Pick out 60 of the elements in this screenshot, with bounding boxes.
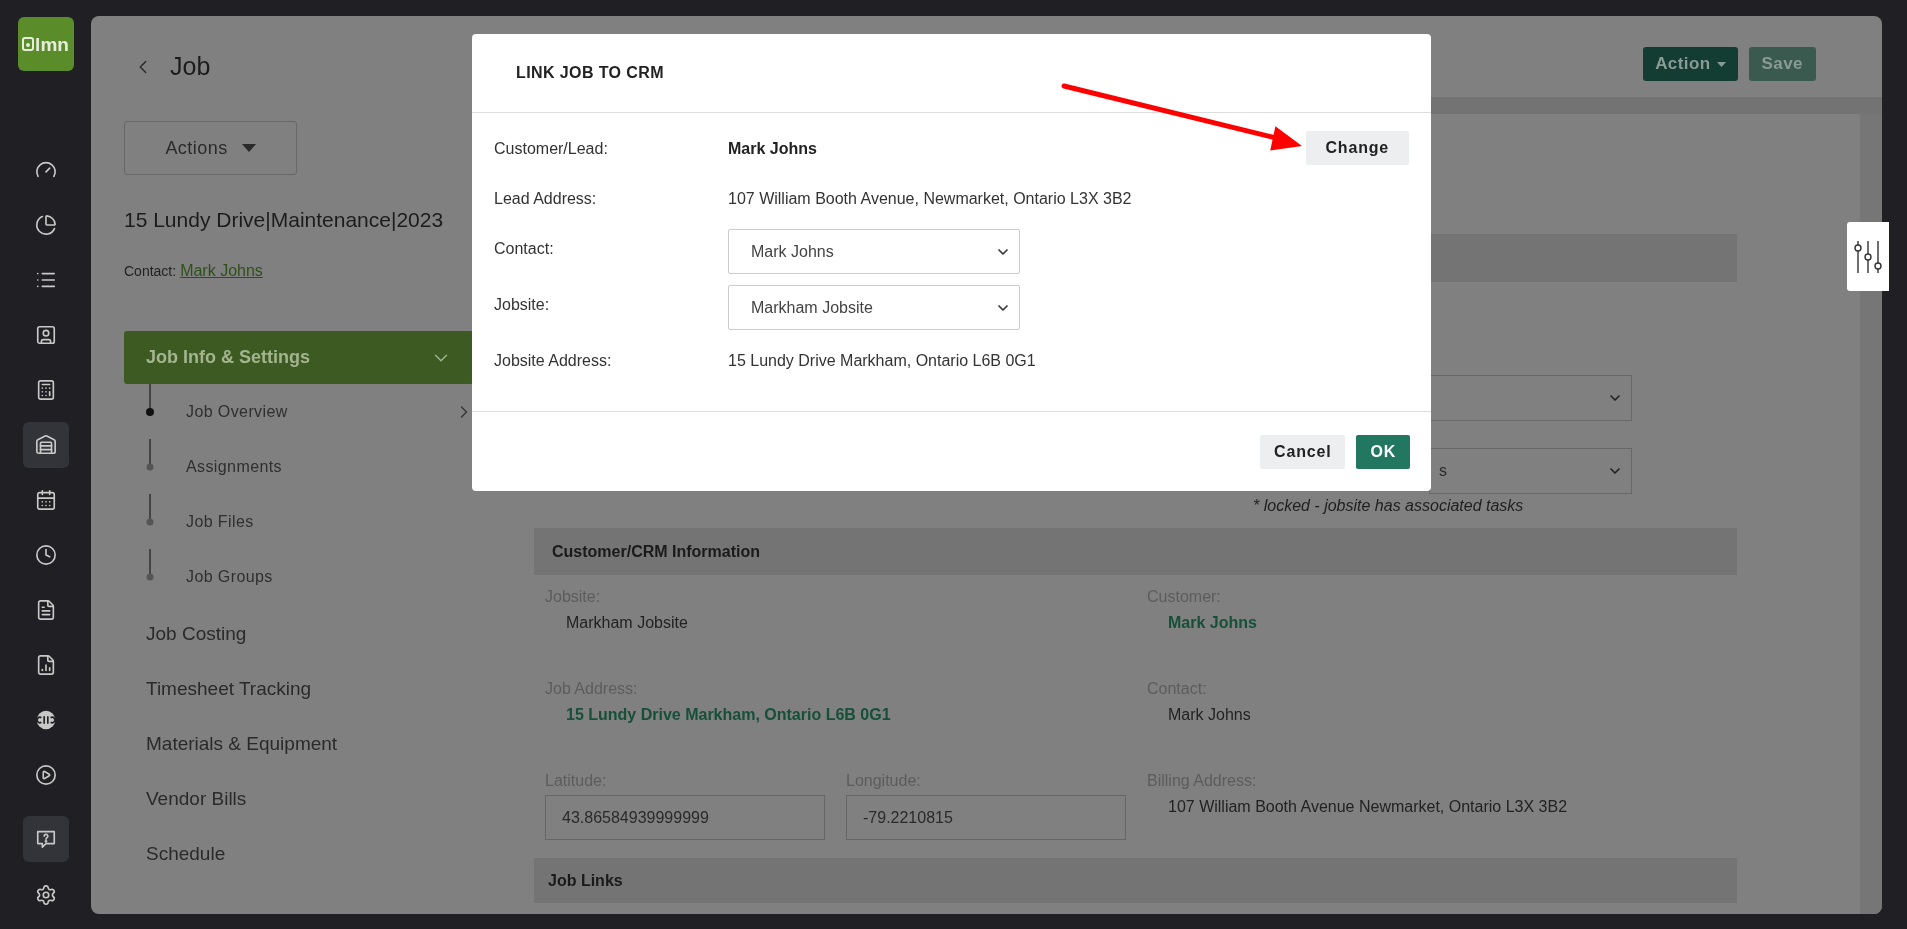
warehouse-icon <box>34 434 57 456</box>
help-icon <box>34 828 57 850</box>
rail-item[interactable] <box>22 422 69 468</box>
ok-button[interactable]: OK <box>1356 434 1410 469</box>
nav-section-header[interactable]: Job Info & Settings <box>124 331 474 384</box>
field-label: Lead Address: <box>494 189 598 209</box>
select-field[interactable] <box>1429 375 1632 421</box>
caret-down-icon <box>1716 61 1726 67</box>
field-label: Contact: <box>494 239 555 259</box>
nav-item[interactable]: Vendor Bills <box>146 785 247 814</box>
contact-link[interactable]: Mark Johns <box>180 259 263 283</box>
page-title: Job <box>170 51 211 83</box>
nav-item[interactable]: Materials & Equipment <box>146 730 338 759</box>
dialog-title: LINK JOB TO CRM <box>516 63 664 83</box>
field-value: 107 William Booth Avenue, Newmarket, Ontario L3X 3B2 <box>728 189 1132 209</box>
accounting-icon <box>34 709 57 731</box>
play-icon <box>34 764 57 786</box>
field-value: 15 Lundy Drive Markham, Ontario L6B 0G1 <box>728 351 1036 371</box>
sliders-icon <box>1853 239 1883 274</box>
filter-tab[interactable] <box>1847 222 1889 291</box>
input-field[interactable]: 43.86584939999999 <box>545 795 825 840</box>
section-header: Job Links <box>534 858 1737 903</box>
caret-down-icon <box>241 144 256 152</box>
clock-icon <box>34 544 57 566</box>
change-button[interactable]: Change <box>1305 131 1409 165</box>
action-button[interactable]: Action <box>1643 47 1738 81</box>
field-label: Jobsite Address: <box>494 351 613 371</box>
field-value: Mark Johns <box>1167 705 1252 725</box>
section-header: Customer/CRM Information <box>534 528 1737 575</box>
app-logo[interactable]: lmn <box>17 17 74 71</box>
logo-text: lmn <box>35 34 69 54</box>
locked-note: * locked - jobsite has associated tasks <box>1252 496 1525 516</box>
rail-item[interactable] <box>22 816 69 862</box>
nav-subitem[interactable]: Job Files <box>186 509 254 534</box>
settings-icon <box>34 884 57 906</box>
select-field[interactable]: Markham Jobsite <box>728 285 1020 330</box>
select-field[interactable]: s <box>1429 448 1632 494</box>
actions-button[interactable]: Actions <box>124 121 297 175</box>
field-value: 107 William Booth Avenue Newmarket, Ontario L3X 3B2 <box>1167 797 1569 817</box>
select-field[interactable]: Mark Johns <box>728 229 1020 274</box>
calendar-icon <box>34 489 57 511</box>
nav-item[interactable]: Schedule <box>146 840 226 869</box>
logo-mark-icon <box>22 37 35 51</box>
field-value: Mark Johns <box>728 139 817 159</box>
nav-item[interactable]: Timesheet Tracking <box>146 675 312 704</box>
job-title: 15 Lundy Drive|Maintenance|2023 <box>124 207 445 233</box>
field-label: Jobsite: <box>494 295 551 315</box>
nav-subitem[interactable]: Job Overview <box>186 399 288 424</box>
field-value: Markham Jobsite <box>565 613 689 633</box>
nav-subitem[interactable]: Job Groups <box>186 564 273 589</box>
contact-label: Contact: <box>124 261 177 281</box>
contact-card-icon <box>34 324 57 346</box>
value-link[interactable]: 15 Lundy Drive Markham, Ontario L6B 0G1 <box>545 705 1126 725</box>
value-link[interactable]: Mark Johns <box>1147 613 1726 633</box>
cancel-button[interactable]: Cancel <box>1260 434 1346 469</box>
nav-subitem[interactable]: Assignments <box>186 454 282 479</box>
input-field[interactable]: -79.2210815 <box>846 795 1126 840</box>
nav-item[interactable]: Job Costing <box>146 620 247 649</box>
field-label: Customer/Lead: <box>494 139 609 159</box>
pie-chart-icon <box>34 214 57 236</box>
